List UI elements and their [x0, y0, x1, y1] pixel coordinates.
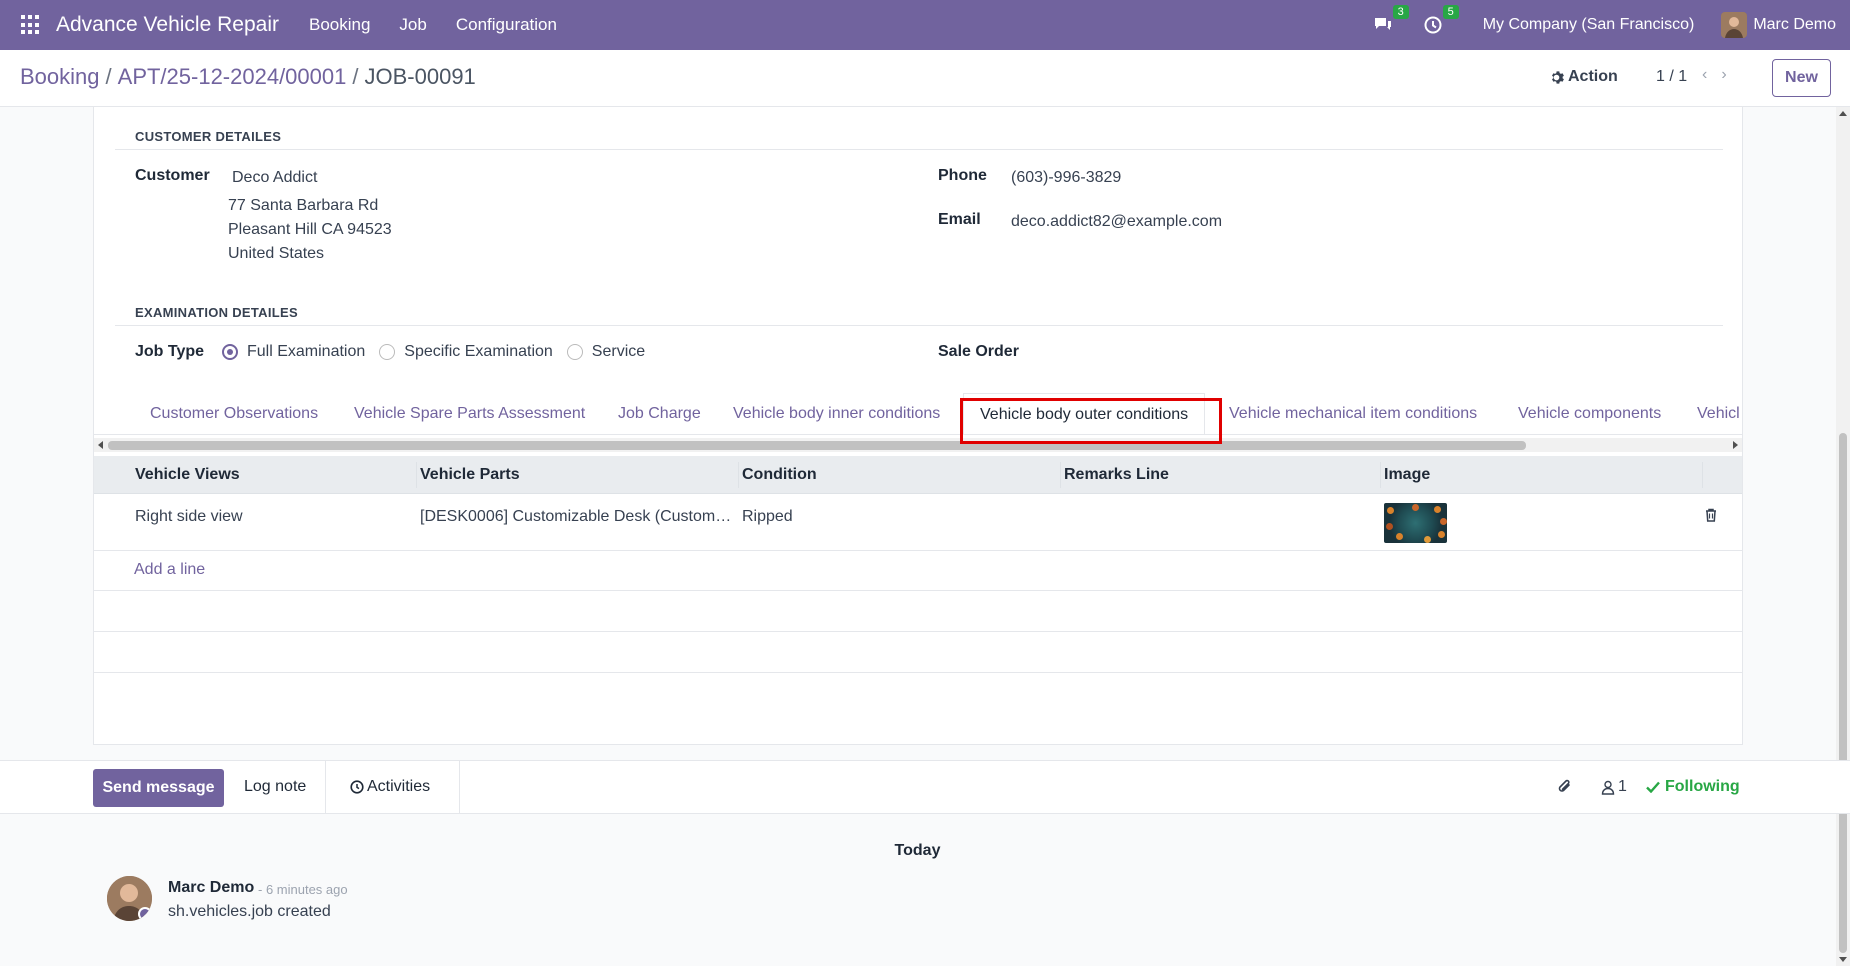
- cell-vehicle-view[interactable]: Right side view: [135, 508, 405, 526]
- activities-clock-icon[interactable]: 5: [1421, 5, 1459, 37]
- top-navbar: Advance Vehicle Repair Booking Job Confi…: [0, 0, 1850, 50]
- user-icon: [1601, 780, 1615, 795]
- activities-button[interactable]: Activities: [350, 778, 430, 796]
- tab-vehicle-body-inner-conditions[interactable]: Vehicle body inner conditions: [733, 393, 940, 434]
- email-label: Email: [938, 211, 981, 228]
- notebook-tabs: Customer Observations Vehicle Spare Part…: [94, 393, 1742, 435]
- message-author[interactable]: Marc Demo: [168, 879, 254, 897]
- chevron-left-icon[interactable]: ‹: [1702, 66, 1721, 83]
- customer-address-line1: 77 Santa Barbara Rd: [228, 197, 379, 214]
- message-author-avatar[interactable]: [107, 876, 152, 921]
- radio-full-examination[interactable]: Full Examination: [222, 343, 365, 361]
- table-empty-row: [94, 591, 1742, 632]
- log-note-button[interactable]: Log note: [244, 778, 306, 796]
- table-row[interactable]: Right side view [DESK0006] Customizable …: [94, 494, 1742, 551]
- action-label: Action: [1568, 68, 1618, 85]
- radio-service[interactable]: Service: [566, 343, 645, 361]
- table-empty-row: [94, 632, 1742, 673]
- highlight-box: [960, 398, 1222, 444]
- customer-label: Customer: [135, 167, 210, 184]
- paperclip-icon[interactable]: [1556, 778, 1574, 801]
- examination-section-title: EXAMINATION DETAILES: [135, 305, 298, 320]
- customer-address-line2: Pleasant Hill CA 94523: [228, 221, 392, 238]
- tab-vehicle-mechanical-item-conditions[interactable]: Vehicle mechanical item conditions: [1229, 393, 1477, 434]
- tabs-horizontal-scrollbar[interactable]: [94, 438, 1742, 452]
- apps-grid-icon[interactable]: [21, 15, 41, 35]
- customer-name-field[interactable]: Deco Addict: [232, 169, 317, 187]
- user-menu[interactable]: Marc Demo: [1753, 16, 1836, 34]
- message-body: sh.vehicles.job created: [168, 903, 331, 920]
- cell-image-thumbnail[interactable]: [1384, 503, 1447, 543]
- table-header: Vehicle Views Vehicle Parts Condition Re…: [94, 456, 1742, 494]
- chevron-right-icon[interactable]: ›: [1721, 66, 1740, 83]
- col-remarks-line[interactable]: Remarks Line: [1064, 456, 1169, 494]
- customer-address-line3: United States: [228, 245, 325, 262]
- online-status-dot: [138, 907, 152, 921]
- following-button[interactable]: Following: [1646, 778, 1740, 796]
- control-panel: Booking / APT/25-12-2024/00001/JOB-00091 A…: [0, 50, 1850, 107]
- job-type-label: Job Type: [135, 343, 205, 360]
- col-condition[interactable]: Condition: [742, 456, 817, 494]
- message-time: - 6 minutes ago: [258, 882, 348, 897]
- menu-booking[interactable]: Booking: [309, 15, 370, 35]
- day-separator: Today: [894, 842, 941, 859]
- customer-section-title: CUSTOMER DETAILES: [135, 129, 282, 144]
- cell-condition[interactable]: Ripped: [742, 508, 1042, 526]
- user-avatar[interactable]: [1721, 12, 1748, 38]
- tab-vehicle-overflow[interactable]: Vehicl: [1697, 393, 1740, 434]
- vertical-scrollbar[interactable]: [1836, 107, 1850, 966]
- tab-vehicle-components[interactable]: Vehicle components: [1518, 393, 1661, 434]
- breadcrumb-current-job: JOB-00091: [364, 64, 476, 89]
- col-vehicle-parts[interactable]: Vehicle Parts: [420, 456, 520, 494]
- tab-vehicle-spare-parts-assessment[interactable]: Vehicle Spare Parts Assessment: [354, 393, 585, 434]
- chatter-toolbar: Send message Log note Activities 1 Follo…: [0, 760, 1850, 814]
- action-menu-button[interactable]: Action: [1549, 68, 1618, 86]
- cell-vehicle-part[interactable]: [DESK0006] Customizable Desk (Custom…: [420, 508, 732, 526]
- messages-icon[interactable]: 3: [1371, 5, 1409, 37]
- app-brand[interactable]: Advance Vehicle Repair: [56, 13, 279, 37]
- tab-job-charge[interactable]: Job Charge: [618, 393, 701, 434]
- pager-arrows: ‹›: [1702, 66, 1741, 84]
- col-image[interactable]: Image: [1384, 456, 1430, 494]
- company-switcher[interactable]: My Company (San Francisco): [1483, 16, 1695, 34]
- check-icon: [1646, 781, 1660, 793]
- sale-order-label: Sale Order: [938, 343, 1019, 360]
- activities-badge: 5: [1442, 5, 1459, 19]
- col-vehicle-views[interactable]: Vehicle Views: [135, 456, 240, 494]
- email-field[interactable]: deco.addict82@example.com: [1011, 213, 1222, 231]
- menu-job[interactable]: Job: [399, 15, 426, 35]
- trash-icon[interactable]: [1705, 508, 1717, 527]
- table-add-line-row: Add a line: [94, 551, 1742, 591]
- tab-customer-observations[interactable]: Customer Observations: [150, 393, 318, 434]
- followers-button[interactable]: 1: [1601, 778, 1627, 796]
- pager-value[interactable]: 1 / 1: [1656, 68, 1687, 86]
- phone-label: Phone: [938, 167, 987, 184]
- messages-badge: 3: [1392, 5, 1409, 19]
- breadcrumb-appointment[interactable]: APT/25-12-2024/00001: [118, 64, 347, 89]
- clock-icon: [350, 780, 364, 794]
- gear-icon: [1552, 70, 1564, 84]
- radio-specific-examination[interactable]: Specific Examination: [379, 343, 553, 361]
- phone-field[interactable]: (603)-996-3829: [1011, 169, 1121, 187]
- send-message-button[interactable]: Send message: [93, 769, 224, 807]
- add-a-line-link[interactable]: Add a line: [134, 561, 205, 579]
- form-sheet: CUSTOMER DETAILES Customer Deco Addict 7…: [93, 107, 1743, 745]
- breadcrumb: Booking / APT/25-12-2024/00001/JOB-00091: [20, 64, 476, 89]
- new-button[interactable]: New: [1772, 59, 1831, 97]
- job-type-radio-group: Full Examination Specific Examination Se…: [222, 343, 659, 361]
- breadcrumb-booking[interactable]: Booking: [20, 64, 100, 89]
- menu-configuration[interactable]: Configuration: [456, 15, 557, 35]
